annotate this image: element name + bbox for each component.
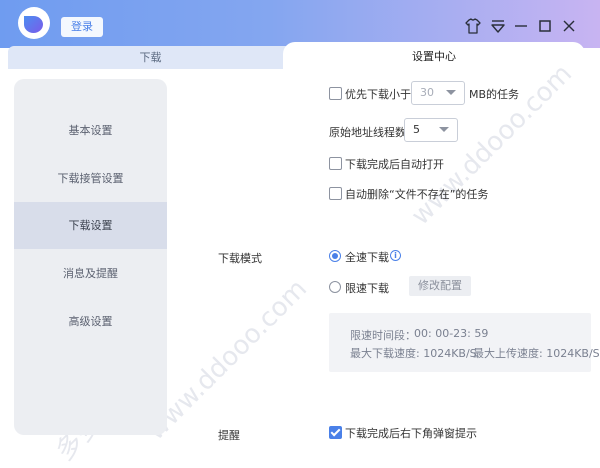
priority-size-select[interactable]: 30	[411, 81, 465, 105]
threads-label: 原始地址线程数	[329, 126, 406, 139]
priority-small-label: 优先下载小于	[345, 88, 411, 101]
auto-open-checkbox[interactable]	[329, 157, 342, 170]
priority-small-suffix: MB的任务	[469, 88, 520, 101]
auto-delete-checkbox[interactable]	[329, 187, 342, 200]
threads-value: 5	[413, 123, 420, 136]
chevron-down-icon	[439, 127, 449, 132]
popup-reminder-checkbox[interactable]	[329, 426, 342, 439]
info-icon[interactable]: i	[390, 250, 401, 261]
auto-delete-label: 自动删除“文件不存在”的任务	[345, 188, 489, 201]
limit-time-label: 限速时间段：	[350, 329, 416, 342]
bird-logo-icon	[24, 16, 43, 33]
popup-reminder-label: 下载完成后右下角弹窗提示	[345, 427, 477, 440]
full-speed-radio[interactable]	[329, 250, 341, 262]
reminder-heading: 提醒	[218, 429, 240, 442]
title-bar: 登录	[0, 0, 600, 48]
auto-open-label: 下载完成后自动打开	[345, 158, 444, 171]
limited-speed-label: 限速下载	[345, 282, 389, 295]
dropdown-menu-icon[interactable]	[488, 16, 508, 36]
modify-config-button[interactable]: 修改配置	[409, 276, 471, 296]
settings-sidebar: 基本设置 下载接管设置 下载设置 消息及提醒 高级设置	[14, 79, 167, 435]
speed-limit-info: 限速时间段： 00: 00-23: 59 最大下载速度: 1024KB/S 最大…	[329, 313, 600, 372]
sidebar-item-basic[interactable]: 基本设置	[14, 107, 167, 154]
limit-time-value: 00: 00-23: 59	[414, 327, 489, 340]
sidebar-item-notifications[interactable]: 消息及提醒	[14, 250, 167, 297]
skin-shirt-icon[interactable]	[463, 16, 483, 36]
priority-small-checkbox[interactable]	[329, 87, 342, 100]
max-upload-speed: 最大上传速度: 1024KB/S	[473, 347, 600, 360]
sidebar-item-advanced[interactable]: 高级设置	[14, 298, 167, 345]
minimize-icon[interactable]	[511, 16, 531, 36]
threads-select[interactable]: 5	[404, 118, 458, 142]
tab-bar: 下载 设置中心	[0, 42, 600, 69]
limited-speed-radio[interactable]	[329, 281, 341, 293]
maximize-icon[interactable]	[535, 16, 555, 36]
full-speed-label: 全速下载	[345, 251, 389, 264]
close-icon[interactable]	[559, 16, 579, 36]
app-logo	[18, 7, 50, 39]
sidebar-item-download[interactable]: 下载设置	[14, 202, 167, 249]
download-mode-heading: 下载模式	[218, 252, 262, 265]
priority-size-value: 30	[420, 86, 434, 99]
max-download-speed: 最大下载速度: 1024KB/S	[350, 347, 477, 360]
chevron-down-icon	[446, 90, 456, 95]
sidebar-item-takeover[interactable]: 下载接管设置	[14, 155, 167, 202]
tab-download[interactable]: 下载	[8, 46, 293, 69]
tab-settings[interactable]: 设置中心	[283, 42, 585, 69]
login-button[interactable]: 登录	[61, 17, 103, 37]
